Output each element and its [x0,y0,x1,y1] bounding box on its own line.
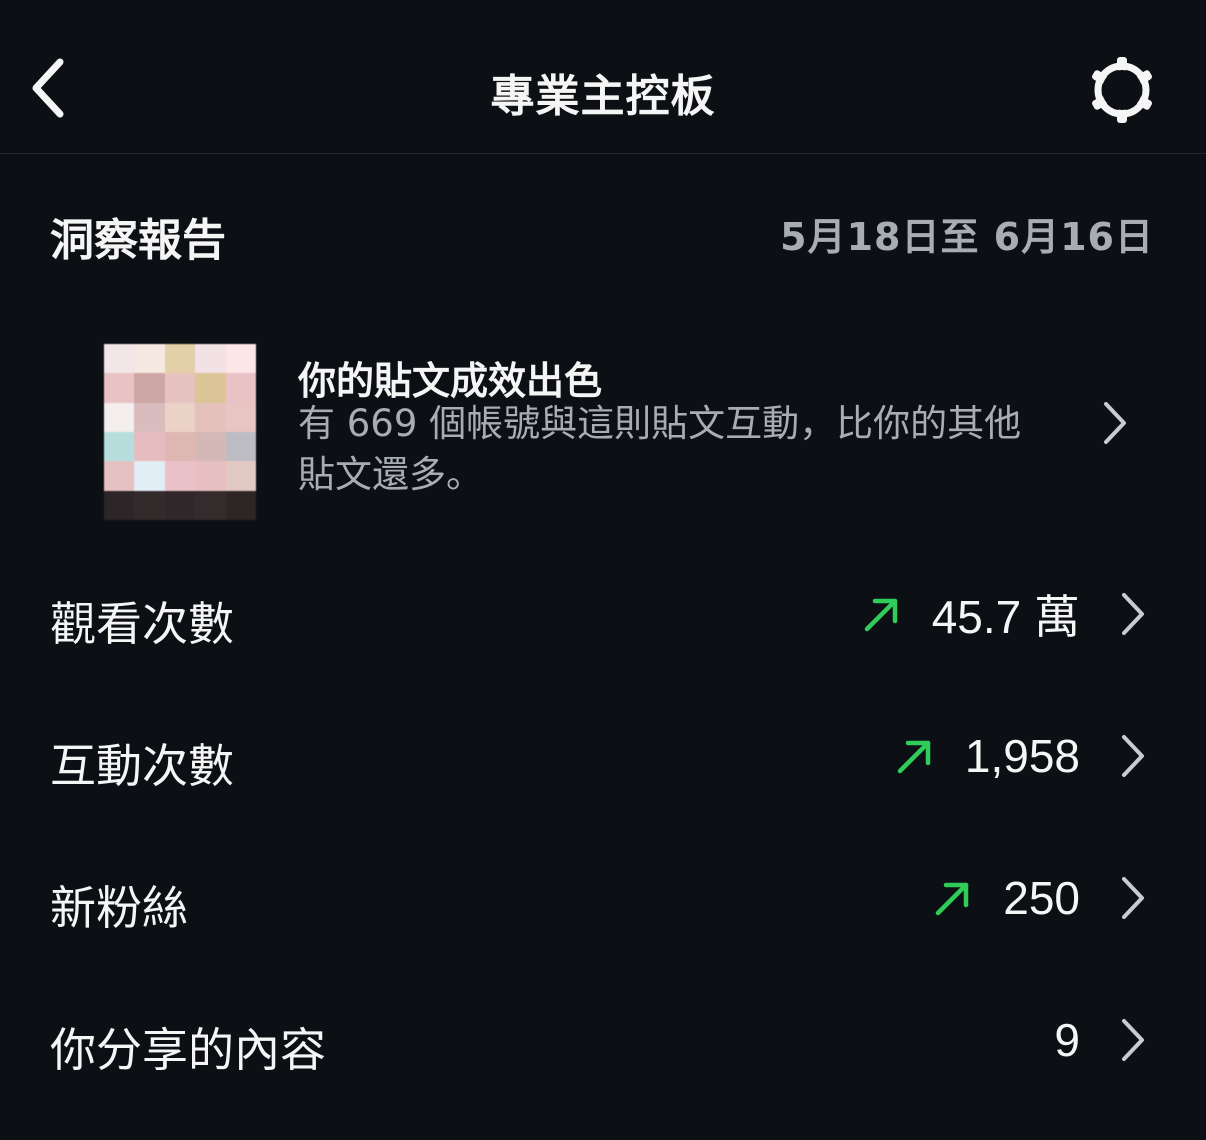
trend-up-icon [862,594,902,634]
metric-label: 你分享的內容 [50,1023,326,1077]
metric-value: 9 [1054,1014,1080,1066]
thumbnail-pixel [134,461,165,491]
page-title: 專業主控板 [490,71,716,122]
metric-row-views[interactable]: 觀看次數 45.7 萬 [0,564,1206,664]
thumbnail-pixel [134,432,165,462]
metric-value: 1,958 [964,730,1080,782]
metric-row-content-shared[interactable]: 你分享的內容 9 [0,990,1206,1090]
thumbnail-pixel [195,461,226,491]
settings-button[interactable] [1080,48,1164,132]
metric-label: 新粉絲 [50,881,188,935]
thumbnail-pixel [134,344,165,374]
thumbnail-pixel [225,432,256,462]
metric-row-new-followers[interactable]: 新粉絲 250 [0,848,1206,948]
thumbnail-pixel [195,490,226,520]
thumbnail-pixel [134,373,165,403]
thumbnail-pixel [225,461,256,491]
thumbnail-pixel [164,373,196,403]
metric-label: 互動次數 [50,739,234,793]
chevron-right-icon [1118,591,1146,637]
post-thumbnail [104,344,256,520]
metric-row-interactions[interactable]: 互動次數 1,958 [0,706,1206,806]
metric-label: 觀看次數 [50,597,234,651]
trend-up-icon [895,736,935,776]
thumbnail-pixel [195,432,226,462]
chevron-right-icon [1118,733,1146,779]
thumbnail-pixel [164,344,196,374]
card-description: 有 669 個帳號與這則貼文互動，比你的其他貼文還多。 [298,402,1022,496]
top-post-card[interactable]: 你的貼文成效出色 有 669 個帳號與這則貼文互動，比你的其他貼文還多。 [0,330,1206,530]
thumbnail-pixel [195,344,226,374]
thumbnail-pixel [104,490,135,520]
metric-value: 45.7 萬 [931,591,1080,643]
thumbnail-pixel [134,402,165,432]
header: 專業主控板 [0,0,1206,154]
thumbnail-pixel [134,490,165,520]
date-range[interactable]: 5月18日至 6月16日 [780,206,1154,261]
metric-value: 250 [1003,872,1080,924]
thumbnail-pixel [104,461,135,491]
thumbnail-pixel [104,344,135,374]
thumbnail-pixel [195,402,226,432]
thumbnail-pixel [164,461,196,491]
thumbnail-pixel [225,402,256,432]
thumbnail-pixel [225,490,256,520]
gear-icon [1092,57,1152,123]
thumbnail-pixel [225,344,256,374]
thumbnail-pixel [225,373,256,403]
thumbnail-pixel [104,402,135,432]
chevron-right-icon [1118,1017,1146,1063]
insights-title: 洞察報告 [50,215,226,266]
thumbnail-pixel [195,373,226,403]
chevron-right-icon [1118,875,1146,921]
chevron-right-icon [1104,402,1126,444]
thumbnail-pixel [104,373,135,403]
thumbnail-pixel [164,432,196,462]
thumbnail-pixel [104,432,135,462]
thumbnail-pixel [164,490,196,520]
card-title: 你的貼文成效出色 [298,359,603,403]
thumbnail-pixel [164,402,196,432]
trend-up-icon [933,878,973,918]
